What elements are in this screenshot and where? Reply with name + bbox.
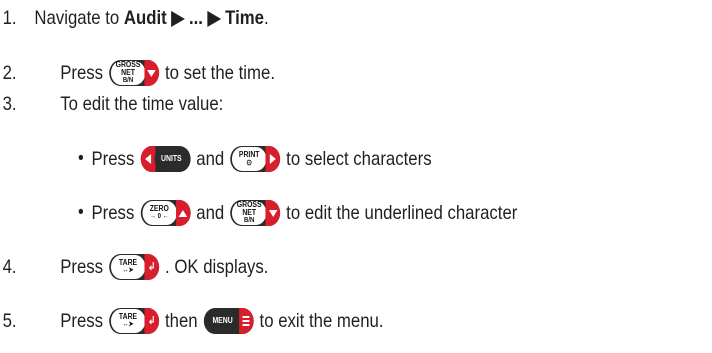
step-text: Press: [60, 256, 104, 278]
step-text: To edit the time value:: [60, 93, 224, 115]
enter-icon: ↲: [147, 260, 156, 273]
step-number: 4.: [2, 256, 17, 278]
step-text: Press: [60, 62, 104, 84]
menu-icon: [242, 316, 250, 326]
step-text: and: [196, 148, 225, 170]
tare-key: TARE ↔➤ ↲: [109, 254, 159, 280]
step-text: to edit the underlined character: [286, 202, 518, 224]
step-text: to set the time.: [164, 62, 275, 84]
step-3: 3. To edit the time value:: [0, 92, 224, 116]
step-text: to exit the menu.: [259, 310, 384, 332]
triangle-down-icon: [268, 209, 278, 217]
step-text: to select characters: [286, 148, 432, 170]
step-number: 5.: [2, 310, 17, 332]
zero-key: ZERO → 0 ←: [140, 200, 191, 226]
print-key: PRINT ⊙: [230, 146, 281, 172]
step-1: 1. Navigate to Audit ▶ ... ▶ Time.: [0, 6, 269, 30]
step-text: and: [196, 202, 225, 224]
step-text: Navigate to: [34, 7, 120, 29]
menu-path: Audit ▶ ... ▶ Time: [123, 7, 265, 29]
step-number: 2.: [2, 62, 17, 84]
bullet: •: [78, 202, 84, 223]
triangle-down-icon: [147, 69, 156, 77]
step-4: 4. Press TARE ↔➤ ↲ . OK displays.: [0, 254, 268, 280]
triangle-left-icon: [144, 154, 151, 164]
step-number: 1.: [2, 7, 17, 29]
step-number: 3.: [2, 93, 17, 115]
step-text: Press: [60, 310, 104, 332]
bullet: •: [78, 148, 84, 169]
tare-key: TARE ↔➤ ↲: [109, 308, 159, 334]
step-text: .: [264, 7, 269, 29]
step-2: 2. Press GROSS NET B/N to set the time.: [0, 60, 275, 86]
substep-1: • Press UNITS and PRINT ⊙ to select chara…: [78, 146, 432, 172]
gross-net-key: GROSS NET B/N: [230, 200, 281, 226]
substep-2: • Press ZERO → 0 ← and GROSS NET B/N to edi…: [78, 200, 517, 226]
step-text: then: [164, 310, 198, 332]
step-text: . OK displays.: [164, 256, 269, 278]
gross-net-key: GROSS NET B/N: [109, 60, 159, 86]
triangle-up-icon: [178, 209, 188, 217]
step-5: 5. Press TARE ↔➤ ↲ then MENU to exit the …: [0, 308, 384, 334]
menu-key: MENU: [203, 308, 254, 334]
enter-icon: ↲: [147, 314, 156, 327]
triangle-right-icon: [269, 154, 276, 164]
step-text: Press: [91, 202, 135, 224]
step-text: Press: [91, 148, 135, 170]
units-key: UNITS: [140, 146, 191, 172]
